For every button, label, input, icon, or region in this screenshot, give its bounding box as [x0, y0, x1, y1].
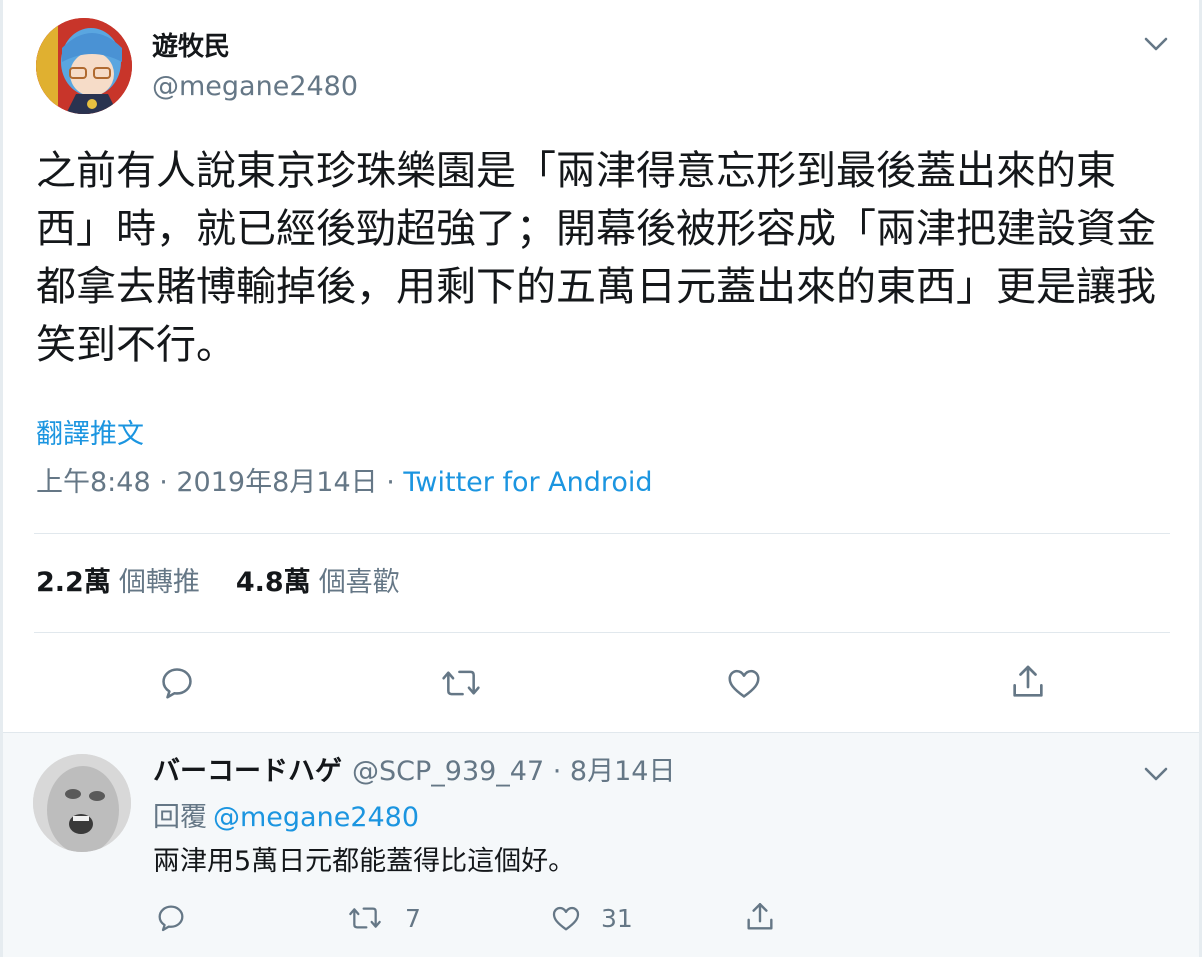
retweet-icon[interactable]	[347, 902, 383, 934]
tweet-text: 之前有人說東京珍珠樂園是「兩津得意忘形到最後蓋出來的東西」時，就已經後勁超強了；…	[36, 148, 1156, 368]
tweet-time[interactable]: 上午8:48 · 2019年8月14日 ·	[36, 467, 403, 498]
divider	[34, 533, 1170, 534]
like-icon[interactable]	[724, 664, 764, 702]
chevron-down-icon[interactable]	[1142, 34, 1170, 54]
reply-like-count[interactable]: 31	[601, 904, 633, 934]
reply-text: 兩津用5萬日元都能蓋得比這個好。	[153, 846, 576, 877]
tweet-source[interactable]: Twitter for Android	[403, 467, 652, 498]
replying-to-handle[interactable]: @megane2480	[213, 802, 419, 833]
reply-tweet[interactable]: バーコードハゲ @SCP_939_47 · 8月14日 回覆 @megane2480…	[3, 732, 1199, 957]
reply-header: バーコードハゲ @SCP_939_47 · 8月14日	[153, 754, 675, 790]
retweet-label[interactable]: 個轉推	[119, 567, 200, 598]
reply-meta[interactable]: @SCP_939_47 · 8月14日	[352, 756, 675, 787]
like-label[interactable]: 個喜歡	[319, 567, 400, 598]
retweet-count[interactable]: 2.2萬	[36, 567, 111, 598]
divider	[34, 632, 1170, 633]
retweet-icon[interactable]	[440, 664, 482, 702]
tweet-meta: 上午8:48 · 2019年8月14日 · Twitter for Androi…	[36, 466, 653, 500]
reply-retweet-count[interactable]: 7	[405, 904, 421, 934]
author-name[interactable]: 遊牧民	[152, 30, 230, 64]
tweet-stats: 2.2萬 個轉推 4.8萬 個喜歡	[36, 566, 400, 600]
author-handle[interactable]: @megane2480	[152, 70, 358, 104]
like-icon[interactable]	[549, 902, 583, 934]
reply-avatar[interactable]	[33, 754, 131, 852]
share-icon[interactable]	[743, 900, 777, 934]
replying-to: 回覆 @megane2480	[153, 800, 419, 836]
replying-label: 回覆	[153, 802, 207, 833]
like-count[interactable]: 4.8萬	[236, 567, 311, 598]
divider	[3, 732, 1199, 733]
reply-icon[interactable]	[158, 664, 196, 702]
author-avatar[interactable]	[36, 18, 132, 114]
reply-author-name[interactable]: バーコードハゲ	[153, 756, 342, 787]
reply-icon[interactable]	[155, 902, 187, 934]
translate-link[interactable]: 翻譯推文	[36, 418, 144, 452]
chevron-down-icon[interactable]	[1142, 764, 1170, 784]
share-icon[interactable]	[1008, 662, 1048, 702]
